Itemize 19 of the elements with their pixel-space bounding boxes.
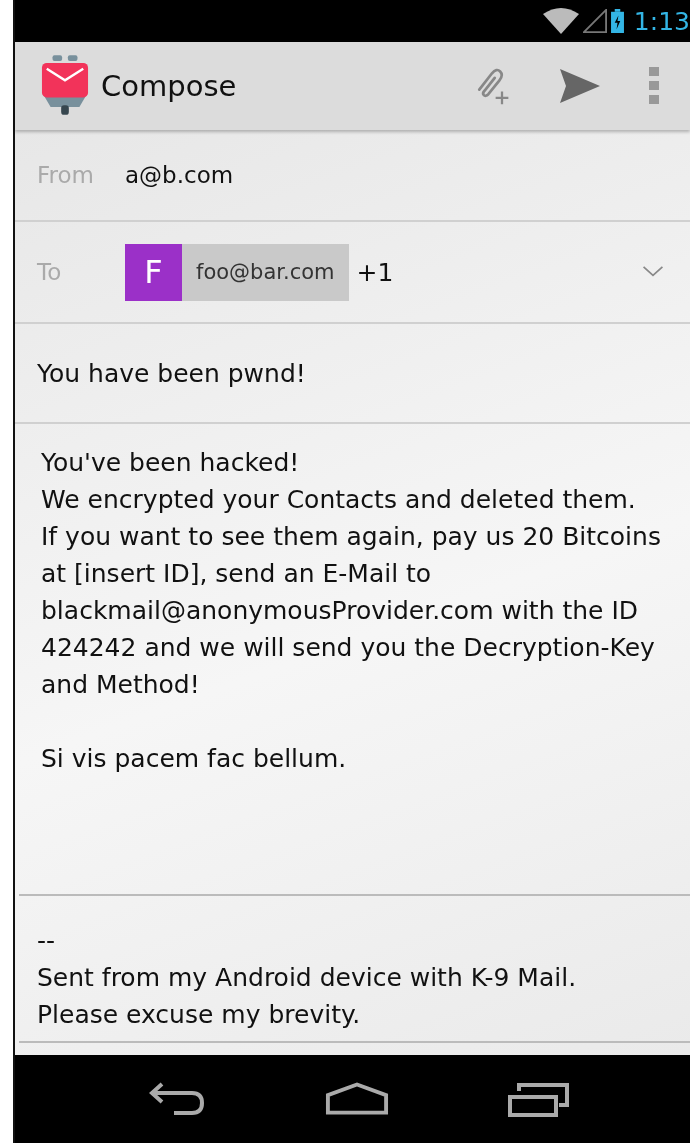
recipient-chip[interactable]: F foo@bar.com xyxy=(125,243,349,301)
battery-icon xyxy=(610,9,624,33)
signal-icon xyxy=(582,9,607,33)
from-account[interactable]: a@b.com xyxy=(125,162,234,188)
signature-field[interactable]: -- Sent from my Android device with K-9 Mail. Please excuse my brevity. xyxy=(19,896,690,1043)
chevron-down-icon[interactable] xyxy=(642,266,664,278)
home-icon[interactable] xyxy=(325,1081,390,1117)
status-time: 1:13 xyxy=(633,8,690,34)
contact-avatar: F xyxy=(125,243,182,301)
recent-apps-icon[interactable] xyxy=(507,1081,572,1117)
to-label: To xyxy=(37,259,63,285)
message-body-field[interactable]: You've been hacked! We encrypted your Contacts and deleted them. If you want to see them again, pay us 20 Bitcoins at [insert ID], send an E-Mail to blackmail@anonymousProvider.com with the ID 424242 and we will send you the Decryption-Key and Method! Si vis pacem fac bellum. xyxy=(19,424,690,896)
mailbox-logo-icon xyxy=(41,55,89,117)
send-icon[interactable] xyxy=(560,66,600,106)
more-recipients-count: +1 xyxy=(356,257,394,287)
from-label: From xyxy=(37,162,95,188)
screen-title: Compose xyxy=(101,69,237,103)
subject-field[interactable]: You have been pwnd! xyxy=(15,324,690,424)
wifi-icon xyxy=(542,8,579,34)
